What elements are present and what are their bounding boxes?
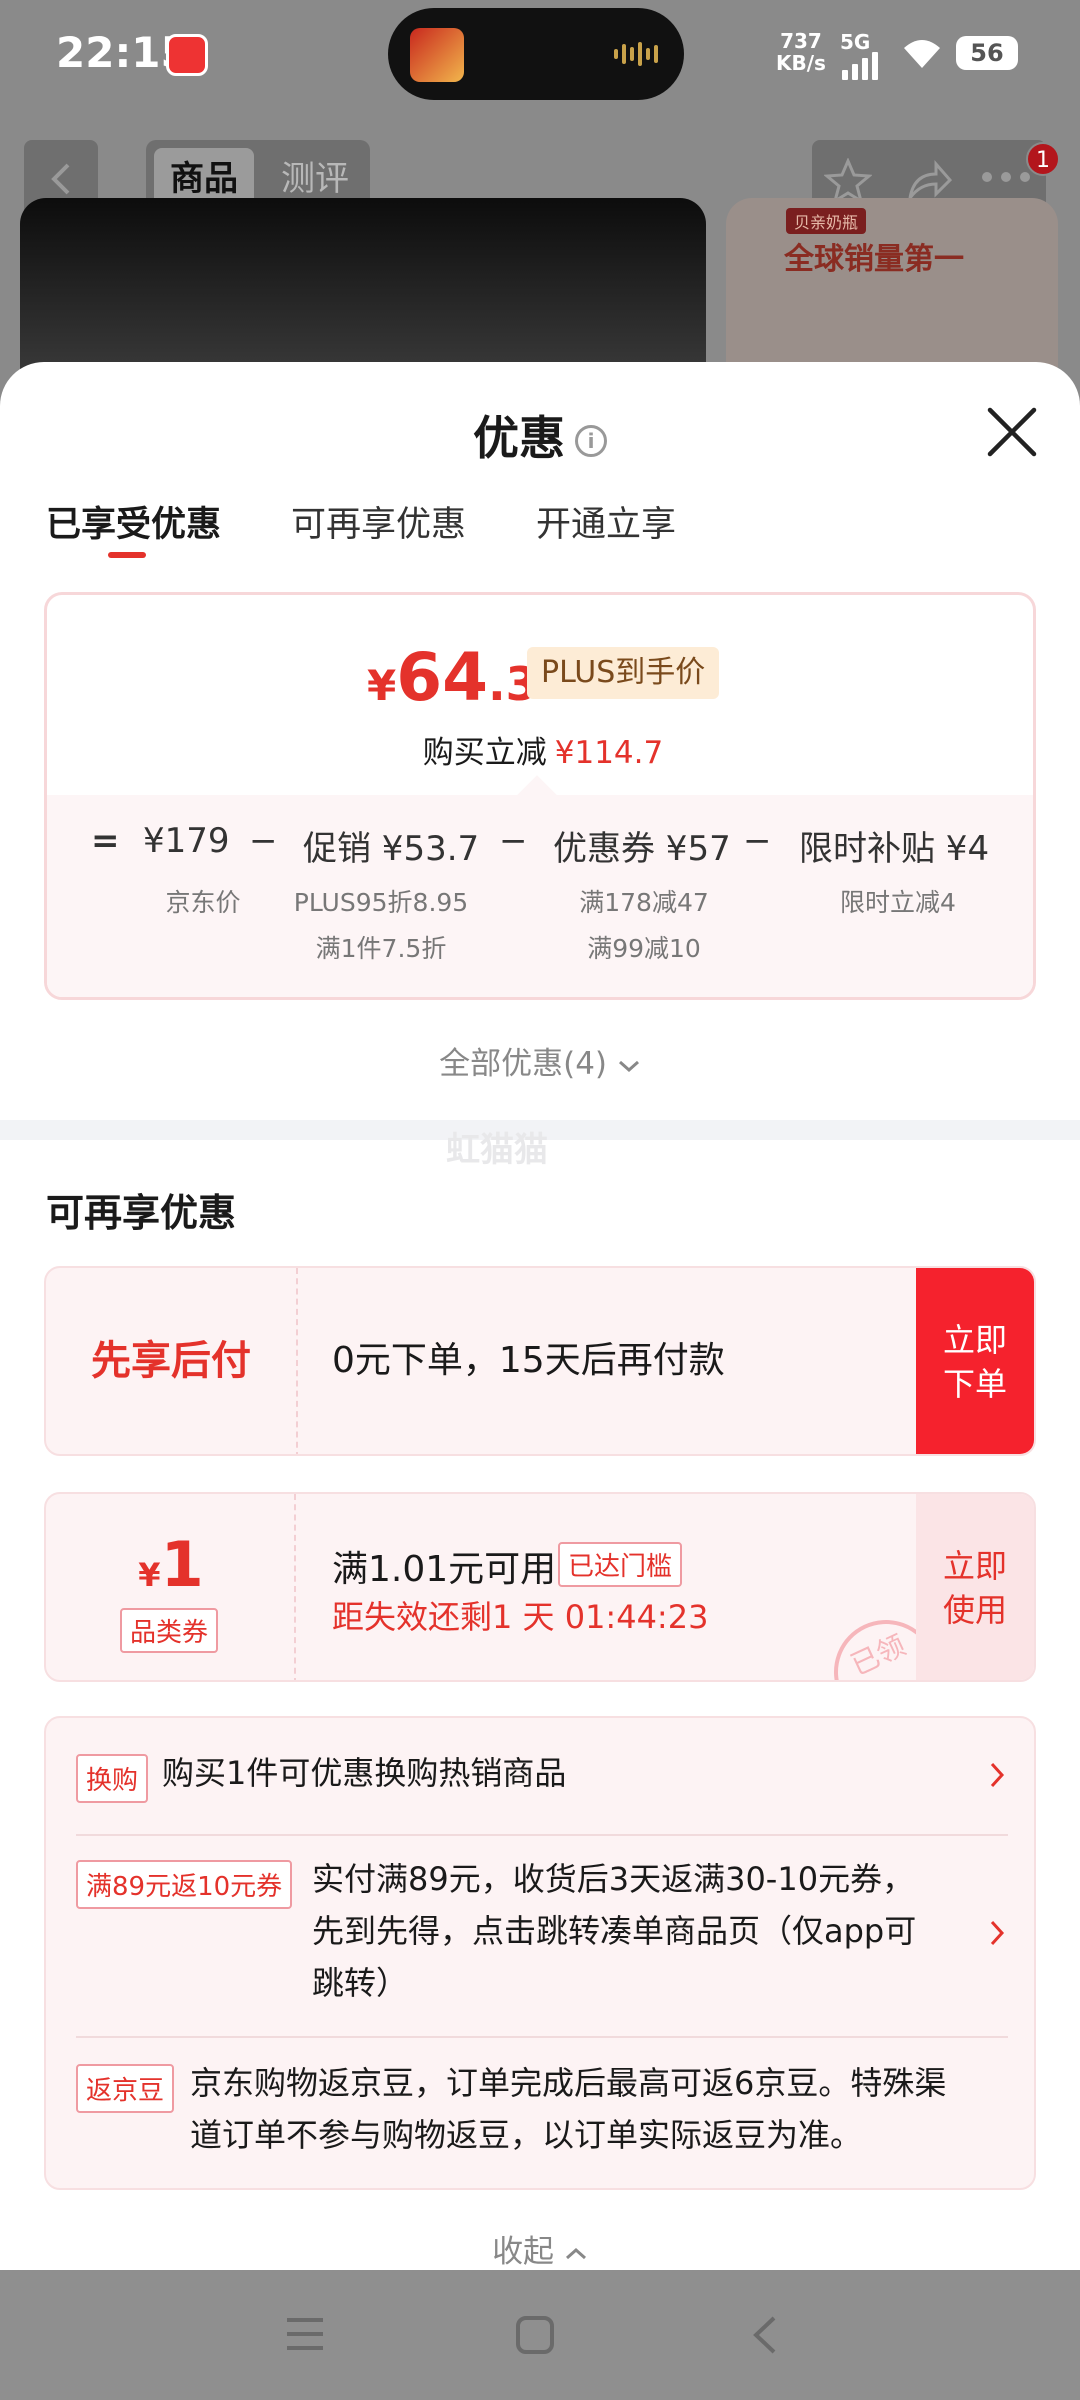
coupon-type: 品类券 <box>120 1608 219 1653</box>
battery-icon: 56 <box>956 36 1018 70</box>
plus-price-badge: PLUS到手价 <box>527 647 720 699</box>
more-icon[interactable] <box>980 170 1032 184</box>
battery-level: 56 <box>970 39 1004 67</box>
list-item-jd-beans: 返京豆 京东购物返京豆，订单完成后最高可返6京豆。特殊渠 道订单不参与购物返豆，… <box>76 2058 1008 2168</box>
offer-text: 购买1件可优惠换购热销商品 <box>162 1754 567 1792</box>
chevron-left-icon <box>51 163 70 195</box>
minus-sign: − <box>743 821 772 861</box>
network-speed: 737 KB/s <box>776 30 826 74</box>
final-price: ¥64.3 <box>367 639 538 716</box>
button-line: 使用 <box>942 1591 1007 1629</box>
wifi-icon <box>904 40 940 68</box>
sheet-title: 优惠 <box>473 411 565 465</box>
all-deals-link[interactable]: 全部优惠(4) <box>0 1038 1080 1083</box>
menu-icon[interactable] <box>284 2314 326 2354</box>
section-title: 可再享优惠 <box>46 1191 237 1235</box>
chevron-down-icon <box>618 1060 639 1073</box>
status-bar: 22:15 737 KB/s 5G 56 <box>0 0 1080 108</box>
button-line: 立即 <box>942 1321 1007 1359</box>
collapse-link[interactable]: 收起 <box>0 2226 1080 2270</box>
network-speed-unit: KB/s <box>776 51 826 75</box>
network-speed-value: 737 <box>780 29 822 53</box>
use-now-button[interactable]: 立即 使用 <box>916 1494 1034 1680</box>
system-nav-bar <box>0 2270 1080 2400</box>
promo-note: 满1件7.5折 <box>315 934 447 963</box>
sheet-title-row: 优惠 i <box>0 402 1080 468</box>
back-icon[interactable] <box>748 2314 782 2356</box>
list-item-exchange[interactable]: 换购 购买1件可优惠换购热销商品 <box>76 1748 1008 1803</box>
price-summary: ¥64.3 PLUS到手价 购买立减 ¥114.7 = ¥179 − 促销 ¥53… <box>44 592 1036 1000</box>
discount-tabs: 已享受优惠 可再享优惠 开通立享 <box>46 496 746 558</box>
all-deals-label: 全部优惠(4) <box>439 1046 608 1082</box>
coupon-condition: 满1.01元可用 <box>332 1549 557 1590</box>
audio-wave-icon <box>614 42 658 66</box>
reduction-amount: ¥114.7 <box>554 735 664 771</box>
offer-text: 道订单不参与购物返豆，以订单实际返豆为准。 <box>190 2116 863 2154</box>
offer-tag: 换购 <box>76 1754 149 1803</box>
coupon-amount: ¥1 <box>46 1528 296 1601</box>
reduction-line: 购买立减 ¥114.7 <box>47 727 1033 772</box>
expiry-countdown: 距失效还剩1 天 01:44:23 <box>332 1598 709 1636</box>
reduction-label: 购买立减 <box>422 735 547 771</box>
info-icon[interactable]: i <box>575 425 607 457</box>
chevron-up-icon <box>565 2247 586 2260</box>
product-image <box>20 198 706 378</box>
price-currency: ¥ <box>367 661 397 710</box>
list-item-return-coupon[interactable]: 满89元返10元券 实付满89元，收货后3天返满30-10元券， 先到先得，点击… <box>76 1854 1008 2014</box>
app-notification-icon <box>166 34 208 76</box>
chevron-right-icon <box>990 1762 1005 1788</box>
promo-text: 全球销量第一 <box>784 242 964 277</box>
minus-sign: − <box>249 821 278 861</box>
promo-discount: 促销 ¥53.7 <box>303 829 480 869</box>
offer-text: 实付满89元，收货后3天返满30-10元券， <box>312 1860 915 1898</box>
chevron-right-icon <box>990 1920 1005 1946</box>
pay-later-desc: 0元下单，15天后再付款 <box>332 1340 725 1381</box>
price-integer: 64 <box>396 639 489 716</box>
coupon-card[interactable]: ¥1 品类券 满1.01元可用 已达门槛 距失效还剩1 天 01:44:23 已… <box>44 1492 1036 1682</box>
time-subsidy: 限时补贴 ¥4 <box>799 829 990 869</box>
discount-sheet: 优惠 i 已享受优惠 可再享优惠 开通立享 ¥64.3 PLUS到手价 购买立减 ¥… <box>0 362 1080 2270</box>
tab-enjoyed[interactable]: 已享受优惠 <box>46 496 221 558</box>
list-divider <box>76 2036 1008 2038</box>
jd-price: ¥179 <box>143 821 230 861</box>
price-breakdown: = ¥179 − 促销 ¥53.7 − 优惠券 ¥57 − 限时补贴 ¥4 京东… <box>47 795 1033 997</box>
promo-tag: 贝亲奶瓶 <box>786 208 867 234</box>
offer-tag: 满89元返10元券 <box>76 1860 293 1909</box>
list-divider <box>76 1834 1008 1836</box>
subsidy-note: 限时立减4 <box>840 888 956 917</box>
promo-banner[interactable]: 贝亲奶瓶 全球销量第一 <box>726 198 1058 378</box>
threshold-reached-badge: 已达门槛 <box>558 1542 683 1587</box>
equals-sign: = <box>91 821 120 861</box>
jd-price-label: 京东价 <box>165 888 241 917</box>
tab-more-available[interactable]: 可再享优惠 <box>291 496 466 547</box>
button-line: 下单 <box>942 1365 1007 1403</box>
offer-text: 跳转） <box>312 1964 409 2002</box>
coupon-value-area: ¥1 品类券 <box>46 1494 296 1680</box>
order-now-button[interactable]: 立即 下单 <box>916 1268 1034 1454</box>
coupon-discount: 优惠券 ¥57 <box>553 829 731 869</box>
coupon-note: 满99减10 <box>587 934 701 963</box>
pay-later-title: 先享后付 <box>46 1268 298 1454</box>
signal-icon <box>842 52 878 80</box>
collapse-label: 收起 <box>492 2234 555 2270</box>
coupon-note: 满178减47 <box>579 888 709 917</box>
message-badge: 1 <box>1026 142 1060 176</box>
close-icon[interactable] <box>984 404 1040 460</box>
network-type: 5G <box>840 30 871 54</box>
tab-activate[interactable]: 开通立享 <box>536 496 676 547</box>
pay-later-card[interactable]: 先享后付 0元下单，15天后再付款 立即 下单 <box>44 1266 1036 1456</box>
offer-text: 先到先得，点击跳转凑单商品页（仅app可 <box>312 1912 917 1950</box>
watermark: 虹猫猫 <box>446 1130 548 1170</box>
extra-offers-list: 换购 购买1件可优惠换购热销商品 满89元返10元券 实付满89元，收货后3天返… <box>44 1716 1036 2190</box>
media-thumbnail <box>410 28 464 82</box>
home-icon[interactable] <box>514 2314 556 2356</box>
offer-tag: 返京豆 <box>76 2064 175 2113</box>
dynamic-island[interactable] <box>388 8 684 100</box>
minus-sign: − <box>499 821 528 861</box>
button-line: 立即 <box>942 1547 1007 1585</box>
promo-note: PLUS95折8.95 <box>293 888 469 917</box>
coupon-currency: ¥ <box>138 1556 161 1594</box>
offer-text: 京东购物返京豆，订单完成后最高可返6京豆。特殊渠 <box>190 2064 947 2102</box>
coupon-value: 1 <box>160 1528 204 1601</box>
